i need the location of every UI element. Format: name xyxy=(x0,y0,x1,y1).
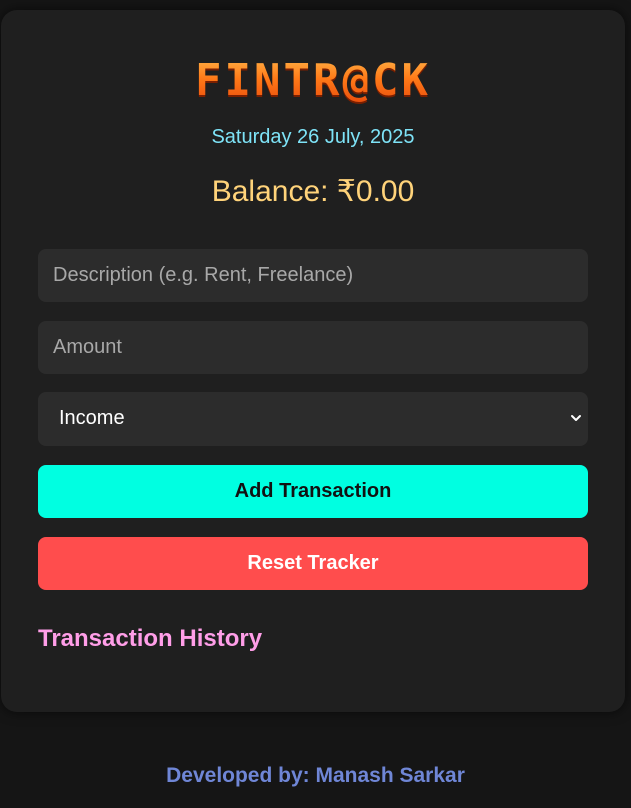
balance-display: Balance: ₹0.00 xyxy=(211,175,415,208)
developer-credit: Developed by: Manash Sarkar xyxy=(166,764,465,787)
current-date: Saturday 26 July, 2025 xyxy=(211,126,415,148)
reset-tracker-button[interactable]: Reset Tracker xyxy=(38,537,588,590)
type-select[interactable]: Income xyxy=(38,392,588,446)
transaction-history-title: Transaction History xyxy=(38,625,263,652)
amount-input[interactable] xyxy=(38,321,588,374)
tracker-card: FINTR@CK Saturday 26 July, 2025 Balance:… xyxy=(1,10,625,712)
add-transaction-button[interactable]: Add Transaction xyxy=(38,465,588,518)
app-logo: FINTR@CK xyxy=(1,56,625,106)
type-select-value: Income xyxy=(59,407,125,429)
chevron-down-icon xyxy=(571,415,581,421)
description-input[interactable] xyxy=(38,249,588,302)
